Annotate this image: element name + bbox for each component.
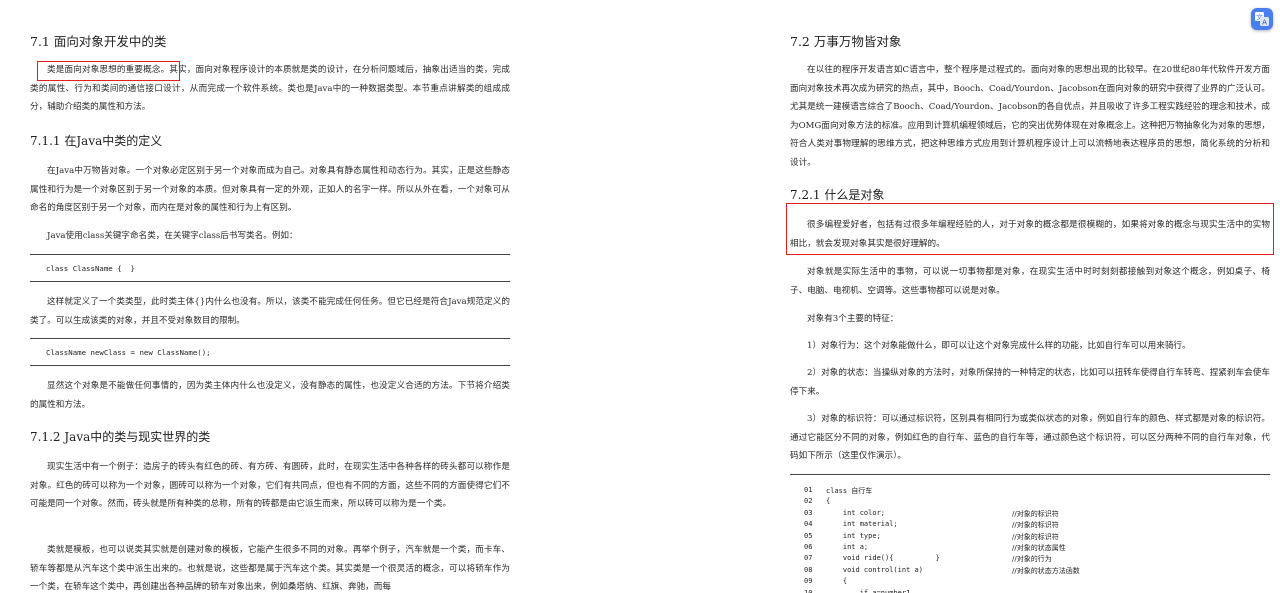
- paragraph-class-template: 类就是模板，也可以说类其实就是创建对象的模板，它能产生很多不同的对象。再举个例子…: [30, 545, 510, 592]
- paragraph-history-oop: 在以往的程序开发语言如C语言中，整个程序是过程式的。面向对象的思想出现的比较早。…: [790, 65, 1270, 168]
- code-line: int material;: [826, 520, 898, 529]
- code-line: int a;: [826, 543, 869, 551]
- code-line-number: 09: [804, 577, 813, 586]
- code-line: void control(int a): [826, 565, 923, 574]
- code-rule-bottom: [30, 281, 510, 282]
- paragraph-three-features: 对象有3个主要的特征：: [807, 314, 899, 324]
- code-rule-top-2: [30, 338, 510, 339]
- code-line-number: 10: [804, 588, 813, 593]
- section-heading-7-1-1: 7.1.1 在Java中类的定义: [30, 134, 163, 148]
- paragraph-everything-object: 在Java中万物皆对象。一个对象必定区别于另一个对象而成为自己。对象具有静态属性…: [30, 166, 510, 213]
- code-comment: //对象的状态方法函数: [1012, 566, 1080, 575]
- paragraph-feature-behavior: 1）对象行为：这个对象能做什么，即可以让这个对象完成什么样的功能，比如自行车可以…: [807, 341, 1191, 351]
- section-heading-7-2-1: 7.2.1 什么是对象: [790, 188, 885, 202]
- paragraph-class-type: 这样就定义了一个类类型，此时类主体{}内什么也没有。所以，该类不能完成任何任务。…: [30, 297, 510, 326]
- code-rule-top: [30, 254, 510, 255]
- code-line-number: 01: [804, 486, 813, 494]
- code-line: void ride(){ }: [826, 554, 940, 563]
- code-class-definition: class ClassName { }: [46, 264, 135, 273]
- paragraph-feature-state: 2）对象的状态：当操纵对象的方法时，对象所保持的一种特定的状态，比如可以扭转车使…: [790, 368, 1270, 397]
- code-line-number: 07: [804, 554, 813, 563]
- page-gutter: [541, 0, 759, 593]
- code-line: int type;: [826, 531, 881, 540]
- code-comment: //对象的标识符: [1012, 509, 1059, 518]
- red-highlight-box-2: [786, 203, 1274, 255]
- code-line: if a=number1: [826, 588, 911, 593]
- red-highlight-box: [37, 61, 180, 81]
- code-comment: //对象的标识符: [1012, 532, 1059, 541]
- translate-button[interactable]: 文 A: [1251, 8, 1273, 30]
- section-heading-7-2: 7.2 万事万物皆对象: [790, 34, 902, 49]
- code-line: class 自行车: [826, 487, 873, 495]
- code-line-number: 05: [804, 531, 813, 540]
- left-page: 7.1 面向对象开发中的类 类是面向对象思想的重要概念。其实，面向对象程序设计的…: [0, 0, 541, 593]
- svg-text:A: A: [1262, 19, 1267, 27]
- code-new-instance: ClassName newClass = new ClassName();: [46, 348, 211, 357]
- code-line: {: [826, 577, 848, 586]
- code-comment: //对象的标识符: [1012, 521, 1059, 530]
- code-line: int color;: [826, 508, 886, 517]
- code-line-number: 08: [804, 565, 813, 574]
- code-line-number: 06: [804, 543, 813, 551]
- code-comment: //对象的行为: [1012, 555, 1052, 564]
- code-comment: //对象的状态属性: [1012, 544, 1066, 552]
- paragraph-real-things: 对象就是实际生活中的事物，可以说一切事物都是对象，在现实生活中时时刻刻都接触到对…: [790, 267, 1270, 296]
- paragraph-class-keyword: Java使用class关键字命名类，在关键字class后书写类名。例如：: [47, 231, 298, 241]
- code-line-number: 04: [804, 520, 813, 529]
- paragraph-feature-identifier: 3）对象的标识符：可以通过标识符，区别具有相同行为或类似状态的对象，例如自行车的…: [790, 414, 1270, 461]
- section-heading-7-1-2: 7.1.2 Java中的类与现实世界的类: [30, 430, 211, 444]
- code-line-number: 02: [804, 497, 813, 506]
- paragraph-bricks-example: 现实生活中有一个例子：造房子的砖头有红色的砖、有方砖、有圆砖，此时，在现实生活中…: [30, 462, 510, 509]
- code-rule-top-3: [790, 474, 1270, 475]
- code-line: {: [826, 497, 831, 506]
- code-rule-bottom-2: [30, 365, 510, 366]
- paragraph-empty-class: 显然这个对象是不能做任何事情的，因为类主体内什么也没定义，没有静态的属性，也没定…: [30, 381, 510, 410]
- code-line-number: 03: [804, 508, 813, 517]
- section-heading-7-1: 7.1 面向对象开发中的类: [30, 34, 167, 49]
- right-page: 7.2 万事万物皆对象 在以往的程序开发语言如C语言中，整个程序是过程式的。面向…: [759, 0, 1280, 593]
- translate-icon: 文 A: [1255, 12, 1269, 27]
